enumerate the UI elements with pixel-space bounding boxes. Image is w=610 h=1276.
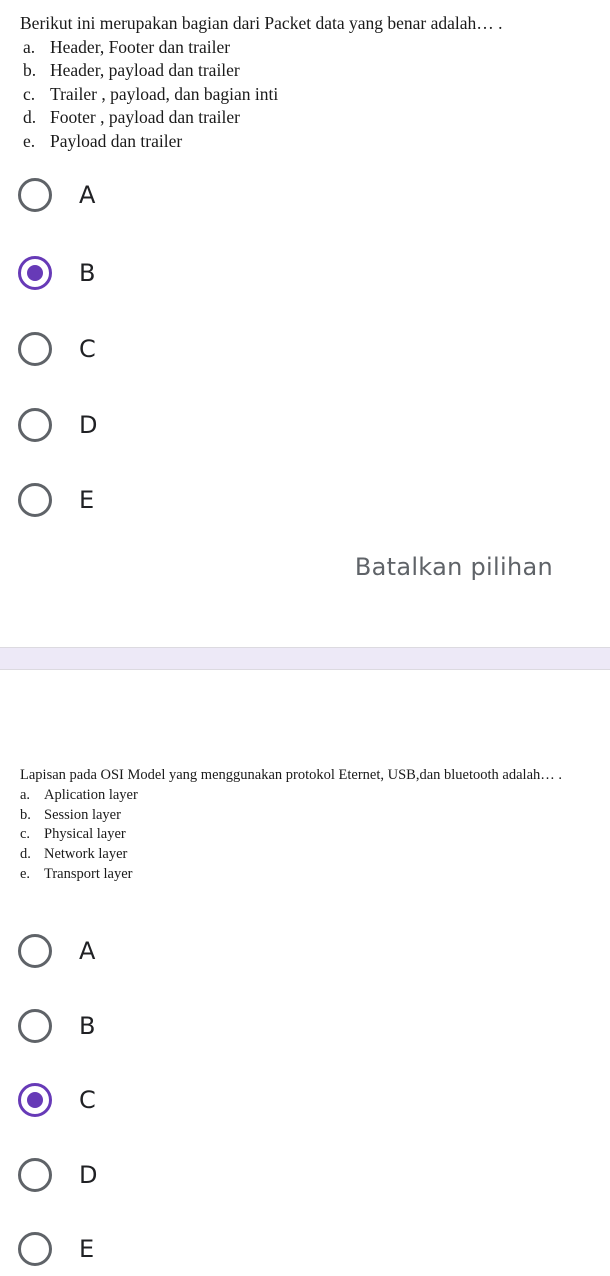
q2-choice-c[interactable]: C: [18, 1083, 96, 1117]
q1-choice-a[interactable]: A: [18, 178, 95, 212]
question-2-option-d: d. Network layer: [20, 846, 128, 863]
question-2-option-b: b. Session layer: [20, 806, 121, 823]
question-2-option-e: e. Transport layer: [20, 865, 133, 882]
question-1-option-d: d. Footer , payload dan trailer: [23, 107, 241, 127]
q2-choice-a[interactable]: A: [18, 934, 95, 968]
question-1-option-a: a. Header, Footer dan trailer: [23, 36, 231, 57]
q1-choice-b[interactable]: B: [18, 256, 95, 290]
radio-unchecked-icon[interactable]: [18, 178, 52, 212]
radio-unchecked-icon[interactable]: [18, 934, 52, 968]
radio-unchecked-icon[interactable]: [18, 332, 52, 366]
question-1-option-b: b. Header, payload dan trailer: [23, 60, 240, 80]
q2-choice-b[interactable]: B: [18, 1009, 95, 1043]
q1-choice-e[interactable]: E: [18, 483, 94, 517]
question-1-option-e: e. Payload dan trailer: [23, 130, 183, 151]
card-separator: [0, 647, 610, 670]
question-2-image: Lapisan pada OSI Model yang menggunakan …: [20, 766, 590, 885]
question-2-prompt: Lapisan pada OSI Model yang menggunakan …: [20, 767, 563, 783]
q1-choice-c[interactable]: C: [18, 332, 96, 366]
radio-unchecked-icon[interactable]: [18, 1158, 52, 1192]
question-2-option-c: c. Physical layer: [20, 826, 126, 843]
question-1-image: Berikut ini merupakan bagian dari Packet…: [20, 12, 503, 153]
radio-unchecked-icon[interactable]: [18, 483, 52, 517]
radio-unchecked-icon[interactable]: [18, 1009, 52, 1043]
q2-choice-e[interactable]: E: [18, 1232, 94, 1266]
question-2-option-a: a. Aplication layer: [20, 786, 138, 803]
radio-unchecked-icon[interactable]: [18, 1232, 52, 1266]
radio-checked-icon[interactable]: [18, 1083, 52, 1117]
q1-choice-d[interactable]: D: [18, 408, 97, 442]
radio-unchecked-icon[interactable]: [18, 408, 52, 442]
q2-choice-d[interactable]: D: [18, 1158, 97, 1192]
question-1-prompt: Berikut ini merupakan bagian dari Packet…: [20, 13, 503, 33]
question-card-1: Berikut ini merupakan bagian dari Packet…: [0, 0, 610, 647]
clear-selection-button[interactable]: Batalkan pilihan: [355, 553, 553, 581]
radio-checked-icon[interactable]: [18, 256, 52, 290]
question-1-option-c: c. Trailer , payload, dan bagian inti: [23, 83, 279, 104]
